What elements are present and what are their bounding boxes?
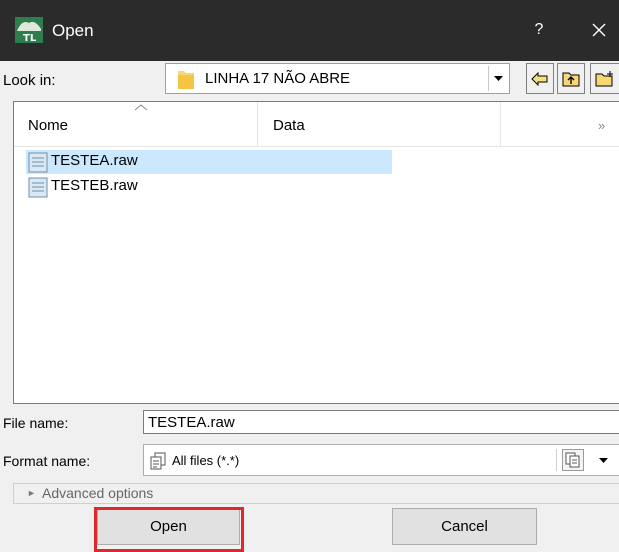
new-folder-icon — [595, 70, 613, 86]
window-title: Open — [52, 21, 94, 40]
advanced-options-toggle[interactable]: ► Advanced options — [13, 483, 619, 504]
column-header-date[interactable]: Data — [273, 117, 305, 134]
column-header-name[interactable]: Nome — [28, 117, 68, 134]
column-divider — [500, 102, 501, 146]
highlight-box — [94, 507, 244, 552]
look-in-combo[interactable]: LINHA 17 NÃO ABRE — [165, 63, 510, 94]
look-in-folder: LINHA 17 NÃO ABRE — [205, 70, 351, 87]
close-button[interactable] — [581, 14, 617, 46]
format-name-label: Format name: — [3, 453, 91, 469]
format-options-button[interactable] — [562, 449, 584, 471]
back-icon — [531, 71, 548, 86]
file-name-input[interactable] — [143, 410, 619, 434]
file-list[interactable]: Nome Data » TESTEA.raw TESTEB.raw — [13, 101, 619, 404]
advanced-options-label: Advanced options — [42, 485, 154, 501]
format-name-combo[interactable]: All files (*.*) — [143, 444, 619, 476]
document-icon — [150, 452, 166, 470]
new-folder-button[interactable] — [590, 63, 619, 94]
file-row[interactable]: TESTEA.raw — [26, 150, 392, 174]
file-row[interactable]: TESTEB.raw — [26, 175, 392, 199]
svg-text:TL: TL — [23, 33, 37, 43]
format-settings-icon — [565, 452, 580, 468]
format-dropdown-arrow[interactable] — [592, 449, 614, 471]
look-in-dropdown-arrow[interactable] — [488, 66, 507, 91]
column-divider — [257, 102, 258, 146]
cancel-button[interactable]: Cancel — [392, 508, 537, 545]
chevron-down-icon — [493, 76, 503, 81]
title-bar: TL Open ? — [0, 0, 619, 61]
look-in-label: Look in: — [3, 72, 56, 89]
file-icon — [28, 152, 48, 173]
file-name: TESTEA.raw — [51, 152, 138, 169]
expand-caret-icon: ► — [27, 488, 36, 498]
app-icon: TL — [15, 17, 43, 43]
column-header-bar: Nome Data » — [14, 102, 619, 147]
file-icon — [28, 177, 48, 198]
more-columns-icon[interactable]: » — [598, 118, 605, 133]
file-name: TESTEB.raw — [51, 177, 138, 194]
close-icon — [592, 23, 606, 37]
combo-divider — [556, 449, 557, 471]
chevron-down-icon — [598, 457, 608, 463]
format-name-value: All files (*.*) — [172, 453, 240, 468]
file-name-label: File name: — [3, 415, 69, 431]
folder-icon — [178, 71, 194, 89]
sort-ascending-icon — [134, 104, 148, 111]
up-folder-icon — [562, 72, 580, 86]
up-folder-button[interactable] — [557, 63, 585, 94]
help-button[interactable]: ? — [521, 14, 557, 46]
back-button[interactable] — [526, 63, 554, 94]
